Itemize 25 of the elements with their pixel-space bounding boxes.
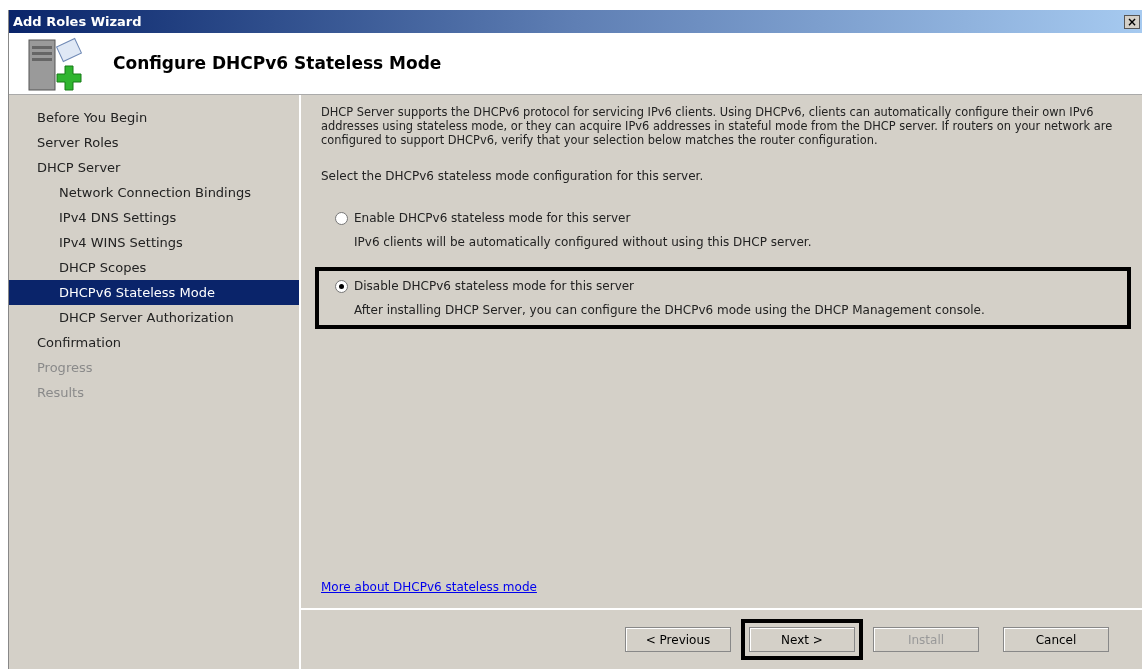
help-link[interactable]: More about DHCPv6 stateless mode <box>321 578 537 596</box>
wizard-button[interactable]: Cancel <box>1003 627 1109 653</box>
close-button[interactable]: × <box>1124 14 1140 29</box>
page-heading: Configure DHCPv6 Stateless Mode <box>113 51 442 75</box>
sidebar-item[interactable]: DHCPv6 Stateless Mode <box>9 280 299 305</box>
sidebar-item[interactable]: IPv4 DNS Settings <box>9 205 299 230</box>
sidebar-item[interactable]: Network Connection Bindings <box>9 180 299 205</box>
sidebar-item[interactable]: Server Roles <box>9 130 299 155</box>
radio-button[interactable] <box>335 279 348 293</box>
intro-text: DHCP Server supports the DHCPv6 protocol for servicing IPv6 clients. Using DHCPv6, clients can automatically configure their own IPv6 addresses using stateless mode, or they can acquire IPv6 addresses in stateful mode from the DHCP server. If routers on your network are configured to support DHCPv6, verify that your selection below matches the router configuration. <box>321 105 1114 147</box>
sidebar-item[interactable]: DHCP Server Authorization <box>9 305 299 330</box>
radio-button[interactable] <box>335 211 348 225</box>
sidebar-item[interactable]: DHCP Server <box>9 155 299 180</box>
sidebar-item[interactable]: Before You Begin <box>9 105 299 130</box>
sidebar-item[interactable]: IPv4 WINS Settings <box>9 230 299 255</box>
option-description: IPv6 clients will be automatically configured without using this DHCP server. <box>354 234 813 251</box>
prompt-text: Select the DHCPv6 stateless mode configuration for this server. <box>321 168 705 185</box>
sidebar-item[interactable]: DHCP Scopes <box>9 255 299 280</box>
sidebar-item[interactable]: Confirmation <box>9 330 299 355</box>
window-title: Add Roles Wizard <box>13 12 142 31</box>
radio-label[interactable]: Enable DHCPv6 stateless mode for this server <box>354 209 631 227</box>
option-description: After installing DHCP Server, you can configure the DHCPv6 mode using the DHCP Management console. <box>354 302 986 319</box>
wizard-button[interactable]: < Previous <box>625 627 731 653</box>
wizard-button[interactable]: Next > <box>749 627 855 653</box>
radio-label[interactable]: Disable DHCPv6 stateless mode for this server <box>354 277 635 295</box>
